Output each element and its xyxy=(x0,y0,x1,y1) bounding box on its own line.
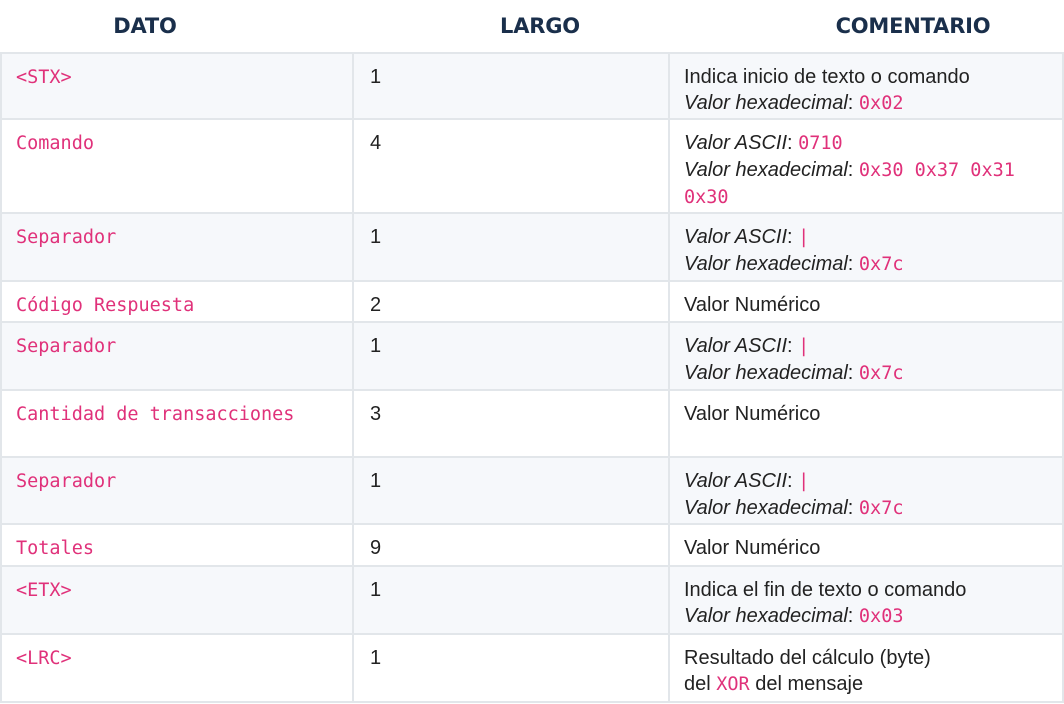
dato-code: <LRC> xyxy=(16,648,72,669)
table-header: DATO LARGO COMENTARIO xyxy=(0,0,1064,52)
ascii-value: 0710 xyxy=(798,133,843,154)
cell-comentario: Valor ASCII: | Valor hexadecimal: 0x7c xyxy=(670,458,1064,523)
cell-dato: Separador xyxy=(0,458,354,523)
table-row: <LRC> 1 Resultado del cálculo (byte) del… xyxy=(0,635,1064,703)
hex-label: Valor hexadecimal xyxy=(684,92,848,114)
comment-ascii-line: Valor ASCII: 0710 xyxy=(684,132,843,154)
hex-label: Valor hexadecimal xyxy=(684,362,848,384)
cell-largo: 1 xyxy=(354,458,670,523)
comment-hex-line: Valor hexadecimal: 0x30 0x37 0x31 xyxy=(684,159,1015,181)
dato-code: Código Respuesta xyxy=(16,295,195,316)
cell-dato: Cantidad de transacciones xyxy=(0,391,354,456)
cell-comentario: Resultado del cálculo (byte) del XOR del… xyxy=(670,635,1064,701)
hex-value: 0x7c xyxy=(858,254,904,275)
header-dato: DATO xyxy=(113,14,177,38)
comment-text: Valor Numérico xyxy=(684,294,821,316)
hex-value: 0x03 xyxy=(858,606,904,627)
hex-label: Valor hexadecimal xyxy=(684,253,848,275)
comment-text: Indica el fin de texto o comando xyxy=(684,579,967,601)
cell-dato: Código Respuesta xyxy=(0,282,354,321)
table-row: Totales 9 Valor Numérico xyxy=(0,525,1064,567)
dato-code: Totales xyxy=(16,538,94,559)
dato-code: Comando xyxy=(16,133,94,154)
cell-largo: 1 xyxy=(354,54,670,118)
ascii-label: Valor ASCII xyxy=(684,226,787,248)
cell-comentario: Valor ASCII: | Valor hexadecimal: 0x7c xyxy=(670,214,1064,280)
comment-hex-line: Valor hexadecimal: 0x7c xyxy=(684,253,904,275)
ascii-label: Valor ASCII xyxy=(684,335,787,357)
comment-hex-line: Valor hexadecimal: 0x03 xyxy=(684,605,904,627)
comment-text: Indica inicio de texto o comando xyxy=(684,66,970,88)
hex-value: 0x30 0x37 0x31 xyxy=(858,160,1015,181)
cell-comentario: Valor Numérico xyxy=(670,391,1064,456)
cell-dato: <LRC> xyxy=(0,635,354,701)
cell-dato: <ETX> xyxy=(0,567,354,633)
comment-text: Valor Numérico xyxy=(684,537,821,559)
hex-label: Valor hexadecimal xyxy=(684,605,848,627)
cell-dato: Separador xyxy=(0,214,354,280)
hex-value: 0x7c xyxy=(858,498,904,519)
ascii-value: | xyxy=(798,336,810,357)
ascii-label: Valor ASCII xyxy=(684,132,787,154)
dato-code: <ETX> xyxy=(16,580,72,601)
cell-largo: 1 xyxy=(354,635,670,701)
cell-largo: 9 xyxy=(354,525,670,565)
cell-dato: <STX> xyxy=(0,54,354,118)
cell-comentario: Valor Numérico xyxy=(670,282,1064,321)
cell-largo: 1 xyxy=(354,567,670,633)
cell-dato: Comando xyxy=(0,120,354,212)
cell-comentario: Indica inicio de texto o comando Valor h… xyxy=(670,54,1064,118)
cell-dato: Totales xyxy=(0,525,354,565)
cell-largo: 1 xyxy=(354,214,670,280)
hex-label: Valor hexadecimal xyxy=(684,497,848,519)
dato-code: Separador xyxy=(16,336,117,357)
table-row: Separador 1 Valor ASCII: | Valor hexadec… xyxy=(0,323,1064,391)
comment-ascii-line: Valor ASCII: | xyxy=(684,226,810,248)
table-row: <ETX> 1 Indica el fin de texto o comando… xyxy=(0,567,1064,635)
dato-code: Cantidad de transacciones xyxy=(16,404,295,425)
table-row: Cantidad de transacciones 3 Valor Numéri… xyxy=(0,391,1064,458)
comment-hex-line: Valor hexadecimal: 0x7c xyxy=(684,497,904,519)
table-row: Código Respuesta 2 Valor Numérico xyxy=(0,282,1064,323)
cell-comentario: Indica el fin de texto o comando Valor h… xyxy=(670,567,1064,633)
comment-text: Valor Numérico xyxy=(684,403,821,425)
ascii-value: | xyxy=(798,227,810,248)
table-row: Separador 1 Valor ASCII: | Valor hexadec… xyxy=(0,214,1064,282)
header-comentario: COMENTARIO xyxy=(835,14,991,38)
comment-ascii-line: Valor ASCII: | xyxy=(684,335,810,357)
cell-largo: 4 xyxy=(354,120,670,212)
dato-code: <STX> xyxy=(16,67,72,88)
comment-ascii-line: Valor ASCII: | xyxy=(684,470,810,492)
xor-suffix: del mensaje xyxy=(755,673,864,695)
comment-hex-line: Valor hexadecimal: 0x02 xyxy=(684,92,904,114)
table-row: Separador 1 Valor ASCII: | Valor hexadec… xyxy=(0,458,1064,525)
hex-label: Valor hexadecimal xyxy=(684,159,848,181)
cell-largo: 1 xyxy=(354,323,670,389)
cell-largo: 3 xyxy=(354,391,670,456)
ascii-value: | xyxy=(798,471,810,492)
dato-code: Separador xyxy=(16,471,117,492)
hex-value: 0x02 xyxy=(858,93,904,114)
ascii-label: Valor ASCII xyxy=(684,470,787,492)
header-largo: LARGO xyxy=(500,14,580,38)
cell-comentario: Valor ASCII: 0710 Valor hexadecimal: 0x3… xyxy=(670,120,1064,212)
cell-largo: 2 xyxy=(354,282,670,321)
table-row: <STX> 1 Indica inicio de texto o comando… xyxy=(0,52,1064,120)
hex-value: 0x30 xyxy=(684,187,729,208)
comment-hex-line-cont: 0x30 xyxy=(684,184,1048,211)
cell-dato: Separador xyxy=(0,323,354,389)
cell-comentario: Valor ASCII: | Valor hexadecimal: 0x7c xyxy=(670,323,1064,389)
table-row: Comando 4 Valor ASCII: 0710 Valor hexade… xyxy=(0,120,1064,214)
cell-comentario: Valor Numérico xyxy=(670,525,1064,565)
xor-prefix: del xyxy=(684,673,711,695)
comment-text: Resultado del cálculo (byte) xyxy=(684,647,931,669)
comment-xor-line: del XOR del mensaje xyxy=(684,671,1048,698)
xor-code: XOR xyxy=(716,674,750,695)
dato-code: Separador xyxy=(16,227,117,248)
comment-hex-line: Valor hexadecimal: 0x7c xyxy=(684,362,904,384)
protocol-table: DATO LARGO COMENTARIO <STX> 1 Indica ini… xyxy=(0,0,1064,703)
hex-value: 0x7c xyxy=(858,363,904,384)
